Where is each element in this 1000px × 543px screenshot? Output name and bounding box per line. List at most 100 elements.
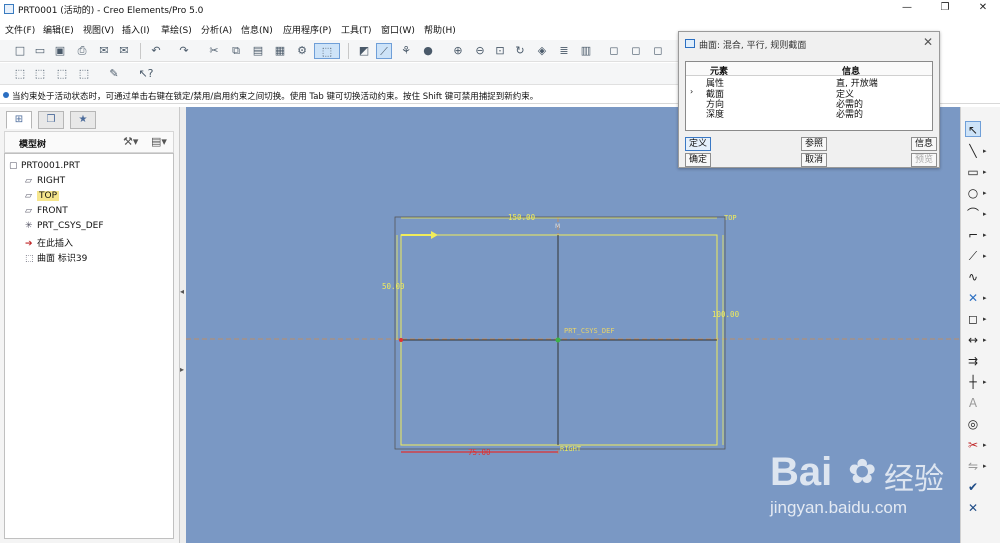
- menu-analysis[interactable]: 分析(A): [201, 23, 232, 36]
- datum-plane-icon: ▱: [25, 191, 32, 201]
- watermark-brand: Bai: [770, 450, 833, 494]
- tree-show-icon[interactable]: ▤▾: [151, 135, 167, 148]
- new-file-icon[interactable]: □: [12, 43, 28, 59]
- sketch-view-icon[interactable]: ◩: [356, 43, 372, 59]
- tree-item-front[interactable]: ▱ FRONT: [25, 206, 68, 219]
- tree-item-surface[interactable]: ⬚ 曲面 标识39: [25, 251, 87, 264]
- hidden-line-icon[interactable]: ◻: [628, 43, 644, 59]
- tree-item-csys[interactable]: ✳ PRT_CSYS_DEF: [25, 221, 104, 234]
- tab-model-tree[interactable]: ⊞: [6, 111, 32, 129]
- dim-top-label[interactable]: 150.00: [508, 213, 535, 222]
- no-hidden-icon[interactable]: ◻: [650, 43, 666, 59]
- shading-icon[interactable]: ●: [420, 43, 436, 59]
- tab-folder-browser[interactable]: ❒: [38, 111, 64, 129]
- dim-right-label[interactable]: 100.00: [712, 310, 739, 319]
- regenerate-icon[interactable]: ⚙: [294, 43, 310, 59]
- copy-icon[interactable]: ⧉: [228, 43, 244, 59]
- menu-insert[interactable]: 插入(I): [122, 23, 150, 36]
- wireframe-icon[interactable]: ◻: [606, 43, 622, 59]
- select-arrow-icon[interactable]: ↖: [965, 121, 981, 137]
- paste-special-icon[interactable]: ▦: [272, 43, 288, 59]
- tree-settings-icon[interactable]: ⚒▾: [123, 135, 138, 148]
- define-button[interactable]: 定义: [685, 137, 711, 151]
- line-tool-icon[interactable]: ╲: [965, 143, 981, 159]
- layers-icon[interactable]: ≣: [556, 43, 572, 59]
- undo-icon[interactable]: ↶: [148, 43, 164, 59]
- menu-edit[interactable]: 编辑(E): [43, 23, 74, 36]
- tree-item-top[interactable]: ▱ TOP: [25, 191, 60, 204]
- menu-applications[interactable]: 应用程序(P): [283, 23, 331, 36]
- info-button[interactable]: 信息: [911, 137, 937, 151]
- point-tool-icon[interactable]: ✕: [965, 290, 981, 306]
- datum-axes-icon[interactable]: ⬚: [32, 66, 48, 82]
- ok-button[interactable]: 确定: [685, 153, 711, 167]
- toolbar-main: □ ▭ ▣ ⎙ ✉ ✉ ↶ ↷ ✂ ⧉ ▤ ▦ ⚙ ⬚ ◩ ⟋ ⚘ ● ⊕ ⊖ …: [0, 40, 680, 62]
- menu-help[interactable]: 帮助(H): [424, 23, 456, 36]
- fillet-tool-icon[interactable]: ⌐: [965, 227, 981, 243]
- open-file-icon[interactable]: ▭: [32, 43, 48, 59]
- tree-item-part[interactable]: ▢ PRT0001.PRT: [9, 161, 80, 174]
- mirror-tool-icon[interactable]: ⇋: [965, 458, 981, 474]
- saved-views-icon[interactable]: ◈: [534, 43, 550, 59]
- rectangle-tool-icon[interactable]: ▭: [965, 164, 981, 180]
- datum-points-icon[interactable]: ⬚: [54, 66, 70, 82]
- arc-tool-icon[interactable]: ⌒: [965, 206, 981, 222]
- datum-planes-icon[interactable]: ⬚: [12, 66, 28, 82]
- select-box-icon[interactable]: ⬚: [314, 43, 340, 59]
- constraints-display-icon[interactable]: ⚘: [398, 43, 414, 59]
- menu-sketch[interactable]: 草绘(S): [161, 23, 192, 36]
- modify-tool-icon[interactable]: ⇉: [965, 353, 981, 369]
- navigator-panel: ⊞ ❒ ★ 模型树 ⚒▾ ▤▾ ▢ PRT0001.PRT ▱ RIGHT ▱ TOP…: [0, 107, 180, 543]
- circle-tool-icon[interactable]: ○: [965, 185, 981, 201]
- close-button[interactable]: ✕: [976, 2, 990, 14]
- restore-button[interactable]: ❐: [938, 2, 952, 14]
- zoom-out-icon[interactable]: ⊖: [472, 43, 488, 59]
- preview-button[interactable]: 预览: [911, 153, 937, 167]
- minimize-button[interactable]: —: [900, 2, 914, 14]
- cut-icon[interactable]: ✂: [206, 43, 222, 59]
- tab-favorites[interactable]: ★: [70, 111, 96, 129]
- menu-tools[interactable]: 工具(T): [341, 23, 372, 36]
- constraint-tool-icon[interactable]: ┼: [965, 374, 981, 390]
- use-edge-icon[interactable]: ◻: [965, 311, 981, 327]
- menu-view[interactable]: 视图(V): [83, 23, 114, 36]
- dim-bottom-label[interactable]: 75.00: [468, 448, 491, 457]
- menu-info[interactable]: 信息(N): [241, 23, 273, 36]
- model-display-icon[interactable]: ▥: [578, 43, 594, 59]
- email-icon[interactable]: ✉: [96, 43, 112, 59]
- print-icon[interactable]: ⎙: [74, 43, 90, 59]
- trim-tool-icon[interactable]: ✂: [965, 437, 981, 453]
- annotation-icon[interactable]: ✎: [106, 66, 122, 82]
- zoom-in-icon[interactable]: ⊕: [450, 43, 466, 59]
- model-tree: ▢ PRT0001.PRT ▱ RIGHT ▱ TOP ▱ FRONT ✳ PRT_CSY…: [4, 153, 174, 539]
- cancel-button[interactable]: 取消: [801, 153, 827, 167]
- row-info: 必需的: [836, 110, 864, 120]
- cancel-icon[interactable]: ✕: [965, 500, 981, 516]
- midpoint-marker: M: [555, 223, 561, 230]
- redo-icon[interactable]: ↷: [176, 43, 192, 59]
- tree-item-right[interactable]: ▱ RIGHT: [25, 176, 65, 189]
- info-icon: [3, 92, 9, 98]
- context-help-icon[interactable]: ↖?: [138, 66, 154, 82]
- menu-window[interactable]: 窗口(W): [381, 23, 415, 36]
- email-link-icon[interactable]: ✉: [116, 43, 132, 59]
- sketch-display-icon[interactable]: ⟋: [376, 43, 392, 59]
- menu-file[interactable]: 文件(F): [5, 23, 35, 36]
- dim-left-label[interactable]: 50.00: [382, 282, 405, 291]
- csys-display-icon[interactable]: ⬚: [76, 66, 92, 82]
- chamfer-tool-icon[interactable]: ⟋: [965, 248, 981, 264]
- app-icon: [4, 4, 14, 14]
- tree-item-insert-here[interactable]: ➔ 在此插入: [25, 236, 73, 249]
- dialog-close-icon[interactable]: ✕: [923, 35, 933, 49]
- paste-icon[interactable]: ▤: [250, 43, 266, 59]
- refit-icon[interactable]: ⊡: [492, 43, 508, 59]
- reference-button[interactable]: 参照: [801, 137, 827, 151]
- dimension-tool-icon[interactable]: ↔: [965, 332, 981, 348]
- row-element[interactable]: 深度: [706, 107, 724, 120]
- confirm-icon[interactable]: ✔: [965, 479, 981, 495]
- spline-tool-icon[interactable]: ∿: [965, 269, 981, 285]
- save-icon[interactable]: ▣: [52, 43, 68, 59]
- palette-icon[interactable]: ◎: [965, 416, 981, 432]
- reorient-icon[interactable]: ↻: [512, 43, 528, 59]
- text-tool-icon[interactable]: A: [965, 395, 981, 411]
